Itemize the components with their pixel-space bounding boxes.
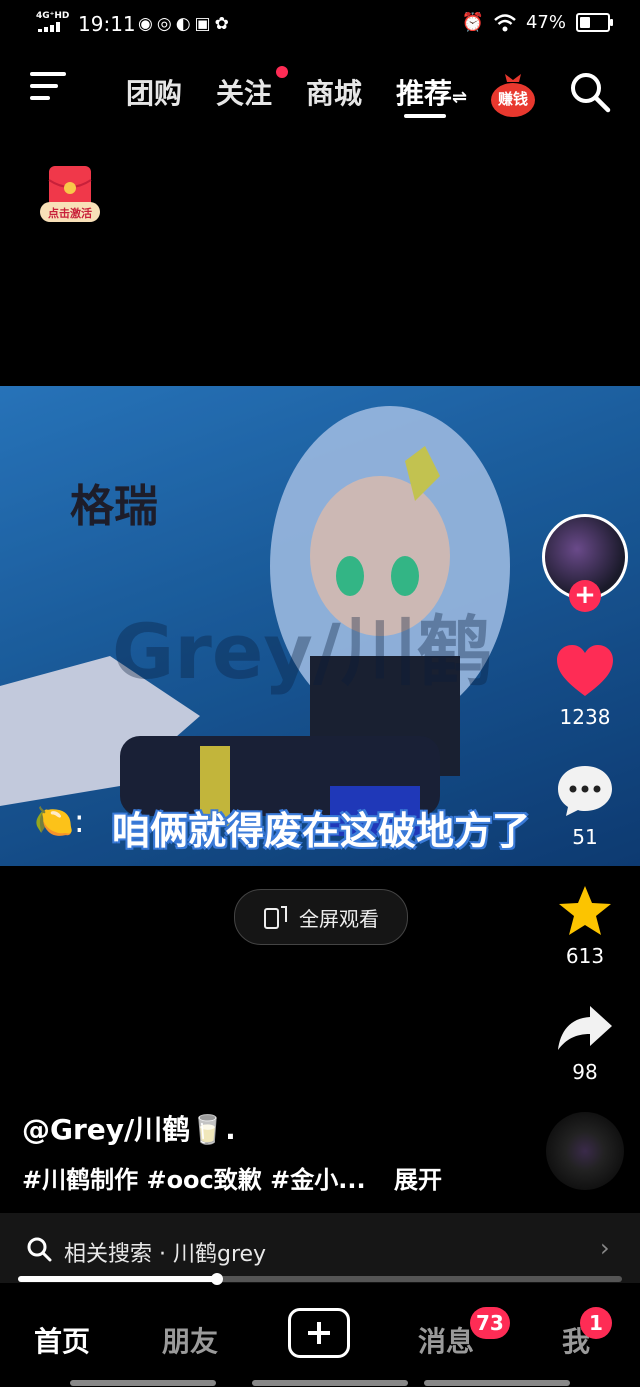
battery-icon xyxy=(576,13,613,32)
signal-icon xyxy=(38,22,60,32)
progress-handle[interactable] xyxy=(211,1273,224,1285)
nav-friends[interactable]: 朋友 xyxy=(162,1320,218,1360)
subtitle-speaker: 🍋: xyxy=(34,802,85,840)
search-icon xyxy=(27,1237,52,1262)
share-icon[interactable] xyxy=(556,1004,614,1052)
app-icon: ◐ xyxy=(175,14,195,34)
nav-messages[interactable]: 消息 xyxy=(418,1320,474,1360)
tab-following[interactable]: 关注 xyxy=(216,72,272,112)
follow-button[interactable]: + xyxy=(569,580,601,612)
tab-recommend[interactable]: 推荐⇌ xyxy=(396,72,467,112)
rotate-screen-icon xyxy=(264,906,287,929)
favorite-star-icon[interactable] xyxy=(557,884,613,938)
chevron-right-icon: › xyxy=(600,1234,610,1262)
tab-indicator xyxy=(252,1380,408,1386)
clock: 19:11 xyxy=(78,12,136,36)
favorite-count: 613 xyxy=(565,944,605,968)
red-packet-button[interactable]: 点击激活 xyxy=(40,166,100,224)
search-icon[interactable] xyxy=(568,70,612,114)
notification-icons: ◉◎◐▣✿ xyxy=(138,14,233,34)
menu-icon[interactable] xyxy=(30,72,66,104)
share-count: 98 xyxy=(572,1060,598,1084)
video-progress-bar[interactable] xyxy=(18,1273,622,1285)
messages-badge: 73 xyxy=(470,1307,510,1339)
me-badge: 1 xyxy=(580,1307,612,1339)
tab-mall[interactable]: 商城 xyxy=(306,72,362,112)
comment-count: 51 xyxy=(572,825,598,849)
tab-group-buy[interactable]: 团购 xyxy=(126,72,182,112)
earn-label: 赚钱 xyxy=(497,90,528,108)
alarm-icon: ⏰ xyxy=(461,12,484,33)
create-button[interactable] xyxy=(288,1308,350,1358)
active-tab-indicator xyxy=(404,114,446,118)
comment-icon[interactable] xyxy=(556,764,614,818)
video-subtitle: 咱俩就得废在这破地方了 xyxy=(112,809,531,853)
nav-home[interactable]: 首页 xyxy=(34,1320,90,1360)
video-hashtags[interactable]: #川鹤制作 #ooc致歉 #金小... xyxy=(22,1160,366,1195)
status-right: ⏰ 47% xyxy=(461,12,613,33)
video-app-icon: ▣ xyxy=(194,14,215,34)
author-name[interactable]: @Grey/川鹤🥛. xyxy=(22,1108,236,1148)
like-count: 1238 xyxy=(559,705,611,729)
battery-percent: 47% xyxy=(525,12,566,33)
wechat-icon: ◉ xyxy=(138,14,157,34)
red-packet-label: 点击激活 xyxy=(48,207,92,220)
switch-icon: ⇌ xyxy=(452,87,468,108)
plus-icon xyxy=(308,1322,330,1344)
app-icon: ✿ xyxy=(214,14,233,34)
network-indicator: 4G⁺HD xyxy=(36,11,70,21)
following-notification-dot xyxy=(276,66,288,78)
wifi-icon xyxy=(494,13,516,31)
related-search-text: 相关搜索 · 川鹤grey xyxy=(64,1242,267,1267)
fullscreen-button[interactable]: 全屏观看 xyxy=(234,889,408,945)
app-icon: ◎ xyxy=(156,14,176,34)
status-bar: 4G⁺HD 19:11 ◉◎◐▣✿ ⏰ 47% xyxy=(0,0,640,50)
tab-indicator xyxy=(70,1380,216,1386)
expand-caption-button[interactable]: 展开 xyxy=(394,1160,442,1195)
fullscreen-label: 全屏观看 xyxy=(299,906,379,931)
video-overlay-title: 格瑞 xyxy=(70,481,158,532)
video-watermark: Grey/川鹤 xyxy=(112,607,493,696)
tab-indicator xyxy=(424,1380,570,1386)
earn-money-button[interactable]: 赚钱 xyxy=(488,68,538,118)
music-disc-icon[interactable] xyxy=(546,1112,624,1190)
like-icon[interactable] xyxy=(556,644,614,698)
